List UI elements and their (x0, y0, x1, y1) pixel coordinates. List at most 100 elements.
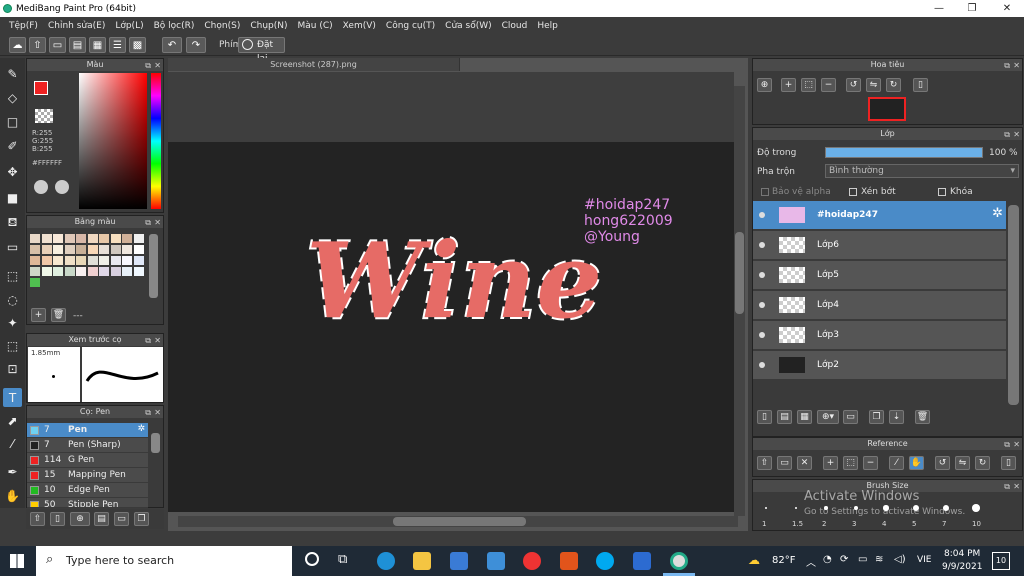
layer-row[interactable]: Lớp4 (753, 291, 1006, 320)
palette-swatch[interactable] (30, 267, 40, 276)
windows-start-icon[interactable] (10, 554, 24, 568)
brush-item[interactable]: 15 Mapping Pen (27, 468, 148, 483)
palette-swatch[interactable] (110, 256, 121, 265)
maximize-button[interactable]: ❐ (955, 0, 989, 17)
pen-tool-icon[interactable]: ✐ (3, 136, 22, 155)
popout-icon[interactable]: ⧉ (145, 335, 151, 347)
layer-row[interactable]: Lớp6 (753, 231, 1006, 260)
add-brush-icon[interactable]: ⊕ (70, 512, 90, 526)
opacity-slider[interactable] (825, 147, 983, 158)
document-canvas[interactable]: Wine #hoidap247 hong622009 @Young (168, 142, 734, 512)
medibang-icon[interactable] (670, 552, 688, 570)
foreground-color[interactable] (34, 81, 48, 95)
palette-swatch[interactable] (53, 234, 63, 243)
eye-icon[interactable] (759, 362, 765, 368)
rotate-left-icon[interactable]: ↺ (935, 456, 950, 470)
hand-icon[interactable]: ✋ (909, 456, 924, 470)
menu-edit[interactable]: Chỉnh sửa(E) (43, 21, 110, 31)
layer-row[interactable]: Lớp2 (753, 351, 1006, 380)
undo-icon[interactable]: ↶ (162, 37, 182, 53)
menu-color[interactable]: Màu (C) (293, 21, 338, 31)
palette-swatch[interactable] (110, 267, 121, 276)
duplicate-icon[interactable]: ❐ (869, 410, 884, 424)
folder-icon[interactable]: ▭ (777, 456, 792, 470)
upload-icon[interactable]: ⇧ (757, 456, 772, 470)
new-layer-icon[interactable]: ▯ (757, 410, 772, 424)
brush-scrollbar[interactable] (151, 433, 160, 453)
menu-cloud[interactable]: Cloud (497, 21, 533, 31)
palette-swatch[interactable] (30, 278, 40, 287)
comment-icon[interactable]: ▭ (49, 37, 66, 53)
sync-icon[interactable]: ⟳ (840, 554, 848, 565)
palette-swatch[interactable] (64, 267, 75, 276)
hand-tool-icon[interactable]: ✋ (3, 486, 22, 505)
add-layer-icon[interactable]: ⊕▾ (817, 410, 839, 424)
eye-icon[interactable] (759, 212, 765, 218)
add-palette-icon[interactable]: + (31, 308, 46, 322)
lasso-tool-icon[interactable]: ◌ (3, 290, 22, 309)
palette-swatch[interactable] (133, 234, 144, 243)
blend-select[interactable]: Bình thường ▾ (825, 164, 1019, 178)
select-tool-icon[interactable]: ⬚ (3, 266, 22, 285)
vertical-scrollbar[interactable] (735, 232, 744, 314)
document-tab[interactable]: Screenshot (287).png (168, 58, 460, 71)
reset-view-icon[interactable]: ▯ (913, 78, 928, 92)
menu-file[interactable]: Tệp(F) (4, 21, 43, 31)
color-wheel-icon[interactable] (55, 180, 69, 194)
weather-icon[interactable]: ☁ (748, 553, 760, 567)
palette-swatch[interactable] (133, 267, 144, 276)
cloud-icon[interactable]: ☁ (9, 37, 26, 53)
brush-item[interactable]: 7 Pen (Sharp) (27, 438, 148, 453)
chat-icon[interactable]: ▤ (69, 37, 86, 53)
rotate-right-icon[interactable]: ↻ (886, 78, 901, 92)
wifi-icon[interactable]: ≋ (875, 554, 883, 565)
task-view-icon[interactable]: ⧉ (338, 552, 347, 567)
brush-item[interactable]: 50 Stipple Pen (27, 498, 148, 508)
palette-swatch[interactable] (76, 234, 86, 243)
fill-rect-tool-icon[interactable]: ■ (3, 188, 22, 207)
palette-swatch[interactable] (99, 256, 109, 265)
palette-swatch[interactable] (64, 256, 75, 265)
palette-swatch[interactable] (87, 234, 98, 243)
close-panel-icon[interactable]: ✕ (154, 407, 161, 419)
rotate-right-icon[interactable]: ↻ (975, 456, 990, 470)
zoom-out-icon[interactable]: − (863, 456, 878, 470)
select-eraser-tool-icon[interactable]: ⊡ (3, 359, 22, 378)
brush-item[interactable]: 114 G Pen (27, 453, 148, 468)
duplicate-icon[interactable]: ❐ (134, 512, 149, 526)
palette-swatch[interactable] (87, 267, 98, 276)
upload-brush-icon[interactable]: ⇧ (30, 512, 45, 526)
new-layer-2-icon[interactable]: ▦ (797, 410, 812, 424)
brush-tool-icon[interactable]: ✎ (3, 64, 22, 83)
menu-layer[interactable]: Lớp(L) (110, 21, 148, 31)
close-panel-icon[interactable]: ✕ (154, 217, 161, 229)
palette-swatch[interactable] (41, 245, 52, 254)
reset-view-icon[interactable]: ▯ (1001, 456, 1016, 470)
copy-layer-icon[interactable]: ▤ (777, 410, 792, 424)
folder-icon[interactable]: ▭ (114, 512, 129, 526)
list-icon[interactable]: ☰ (109, 37, 126, 53)
new-brush-icon[interactable]: ▯ (50, 512, 65, 526)
palette-swatch[interactable] (76, 256, 86, 265)
network-icon[interactable]: ◔ (823, 554, 832, 565)
brush-size-dot[interactable] (972, 504, 980, 512)
move-tool-icon[interactable]: ✥ (3, 162, 22, 181)
trash-icon[interactable]: 🗑 (51, 308, 66, 322)
reset-button[interactable]: Đặt lại (238, 37, 285, 64)
popout-icon[interactable]: ⧉ (145, 60, 151, 72)
palette-swatch[interactable] (87, 245, 98, 254)
eraser-tool-icon[interactable]: ◇ (3, 88, 22, 107)
operation-tool-icon[interactable]: ⬈ (3, 411, 22, 430)
zoom-in-icon[interactable]: + (781, 78, 796, 92)
zoom-in-icon[interactable]: + (823, 456, 838, 470)
popout-icon[interactable]: ⧉ (1004, 439, 1010, 451)
bucket-tool-icon[interactable]: ⛾ (3, 213, 22, 232)
brush-settings-icon[interactable]: ▤ (94, 512, 109, 526)
layer-row[interactable]: Lớp3 (753, 321, 1006, 350)
office-icon[interactable] (560, 552, 578, 570)
palette-swatch[interactable] (122, 234, 132, 243)
close-panel-icon[interactable]: ✕ (154, 335, 161, 347)
gear-icon[interactable]: ✲ (137, 424, 145, 434)
chevron-up-icon[interactable]: ︿ (806, 554, 816, 569)
palette-icon[interactable] (34, 180, 48, 194)
